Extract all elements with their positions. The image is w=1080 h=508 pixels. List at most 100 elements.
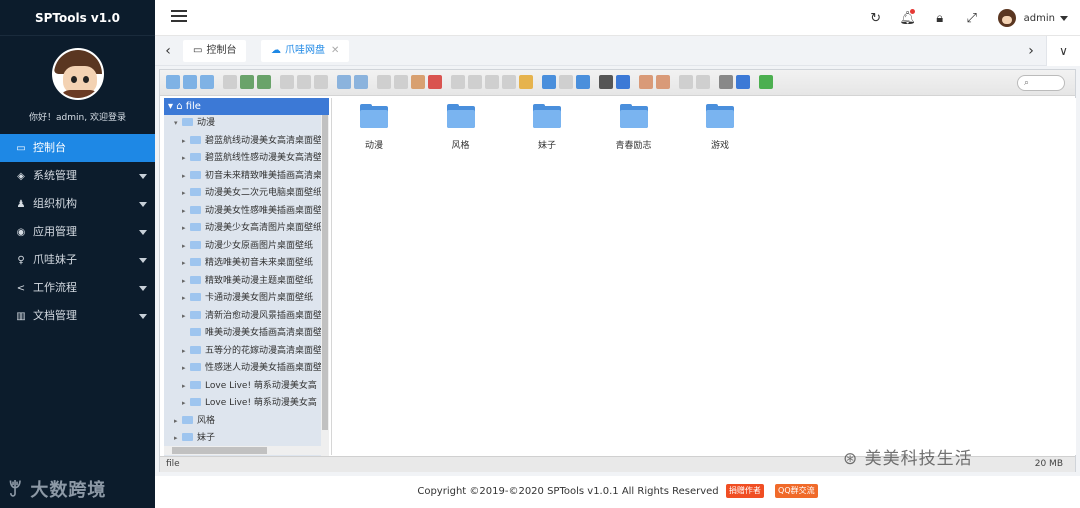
folder-item[interactable]: 妹子 [517,104,577,151]
tree-root[interactable]: ▾ ⌂ file [164,98,329,115]
sidebar-item-3[interactable]: ◉ 应用管理 [0,218,155,246]
tree-item[interactable]: ▸ 动漫美女二次元电脑桌面壁纸 [164,185,329,203]
caret-right-icon[interactable]: ▸ [174,430,182,448]
sidebar-item-4[interactable]: ♀ 爪哇妹子 [0,246,155,274]
gear-icon[interactable] [519,75,533,89]
grid-view-icon[interactable] [542,75,556,89]
reload-icon[interactable] [223,75,237,89]
lock-icon[interactable]: 🔒︎ [924,11,956,26]
caret-right-icon[interactable]: ▸ [182,150,190,168]
tree-item[interactable]: 唯美动漫美女插画高清桌面壁 [164,325,329,343]
tree-item[interactable]: ▸ 精选唯美初音未来桌面壁纸 [164,255,329,273]
caret-right-icon[interactable]: ▸ [182,343,190,361]
refresh-icon[interactable]: ↻ [860,11,892,26]
resize-icon[interactable] [502,75,516,89]
save-icon[interactable] [257,75,271,89]
search-input[interactable]: ⌕ [1017,75,1065,91]
tree-item[interactable]: ▸ 初音未来精致唯美插画高清桌 [164,168,329,186]
caret-right-icon[interactable]: ▸ [182,360,190,378]
sidebar-item-1[interactable]: ◈ 系统管理 [0,162,155,190]
tree-item[interactable]: ▸ 碧蓝航线动漫美女高清桌面壁 [164,133,329,151]
open-icon[interactable] [240,75,254,89]
upload-icon[interactable] [656,75,670,89]
delete-icon[interactable] [428,75,442,89]
tree-vertical-scrollbar[interactable] [321,115,329,456]
user-avatar[interactable] [997,9,1016,27]
caret-right-icon[interactable]: ▸ [182,308,190,326]
extract-icon[interactable] [485,75,499,89]
sidebar-item-5[interactable]: < 工作流程 [0,274,155,302]
tree-item[interactable]: ▸ Love Live! 萌系动漫美女高 [164,395,329,413]
tree-folder[interactable]: ▸ 妹子 [164,430,329,448]
cut-icon[interactable] [297,75,311,89]
list-view-icon[interactable] [559,75,573,89]
tab-dashboard[interactable]: ▭ 控制台 [183,40,247,62]
tree-item[interactable]: ▸ 五等分的花嫁动漫高清桌面壁 [164,343,329,361]
copy-doc-icon[interactable] [411,75,425,89]
caret-right-icon[interactable]: ▸ [182,395,190,413]
settings-icon[interactable] [719,75,733,89]
tree-item[interactable]: ▸ 动漫少女原画图片桌面壁纸 [164,238,329,256]
tree-item[interactable]: ▸ 精致唯美动漫主题桌面壁纸 [164,273,329,291]
refresh-icon[interactable] [377,75,391,89]
tab-scroll-right-icon[interactable]: › [1022,42,1040,60]
eye-icon[interactable] [599,75,613,89]
tab-scroll-left-icon[interactable]: ‹ [159,42,177,60]
tab-menu-chevron-icon[interactable]: ∨ [1046,36,1080,66]
tree-item[interactable]: ▸ 动漫美少女高清图片桌面壁纸 [164,220,329,238]
sidebar-item-0[interactable]: ▭ 控制台 [0,134,155,162]
tree-item[interactable]: ▸ 动漫美女性感唯美插画桌面壁 [164,203,329,221]
tree-item[interactable]: ▸ 性感迷人动漫美女插画桌面壁 [164,360,329,378]
window2-icon[interactable] [696,75,710,89]
sidebar-item-6[interactable]: ▥ 文档管理 [0,302,155,330]
new-file-icon[interactable] [451,75,465,89]
caret-right-icon[interactable]: ▸ [182,378,190,396]
caret-down-icon[interactable]: ▾ [174,115,182,133]
menu-toggle-icon[interactable] [171,10,187,24]
redo-icon[interactable] [354,75,368,89]
folder-item[interactable]: 游戏 [690,104,750,151]
folder-item[interactable]: 风格 [431,104,491,151]
window-icon[interactable] [679,75,693,89]
arrow-left-icon[interactable] [166,75,180,89]
caret-right-icon[interactable]: ▸ [182,220,190,238]
tree-folder[interactable]: ▸ 风格 [164,413,329,431]
copy-icon[interactable] [280,75,294,89]
scissors-icon[interactable] [394,75,408,89]
arrow-right-icon[interactable] [183,75,197,89]
tree-folder-open[interactable]: ▾ 动漫 [164,115,329,133]
columns-icon[interactable] [576,75,590,89]
tree-item[interactable]: ▸ Love Live! 萌系动漫美女高 [164,378,329,396]
caret-right-icon[interactable]: ▸ [182,238,190,256]
qq-group-badge[interactable]: QQ群交流 [775,484,818,498]
caret-right-icon[interactable]: ▸ [182,168,190,186]
caret-right-icon[interactable]: ▸ [182,133,190,151]
caret-right-icon[interactable]: ▸ [182,203,190,221]
expand-icon[interactable] [759,75,773,89]
fullscreen-icon[interactable]: ⤢ [956,11,988,26]
bell-icon[interactable]: 🔔︎ [892,8,924,26]
caret-right-icon[interactable]: ▸ [182,185,190,203]
caret-right-icon[interactable]: ▸ [182,255,190,273]
avatar[interactable] [51,48,104,100]
user-name[interactable]: admin [1024,13,1055,24]
caret-right-icon[interactable]: ▸ [174,413,182,431]
caret-right-icon[interactable]: ▸ [182,290,190,308]
help-icon[interactable] [736,75,750,89]
caret-right-icon[interactable]: ▸ [182,273,190,291]
folder-item[interactable]: 青春励志 [604,104,664,151]
sidebar-item-2[interactable]: ♟ 组织机构 [0,190,155,218]
info-icon[interactable] [616,75,630,89]
rename-icon[interactable] [468,75,482,89]
chevron-down-icon[interactable] [1060,15,1068,21]
paste-icon[interactable] [314,75,328,89]
undo-icon[interactable] [337,75,351,89]
tab-netdisk[interactable]: ☁ 爪哇网盘 ✕ [261,40,350,62]
close-icon[interactable]: ✕ [331,45,339,56]
tree-horizontal-scrollbar[interactable] [164,446,322,455]
tree-item[interactable]: ▸ 碧蓝航线性感动漫美女高清壁 [164,150,329,168]
arrow-up-icon[interactable] [200,75,214,89]
folder-item[interactable]: 动漫 [344,104,404,151]
archive-icon[interactable] [639,75,653,89]
tree-item[interactable]: ▸ 清新治愈动漫风景插画桌面壁 [164,308,329,326]
